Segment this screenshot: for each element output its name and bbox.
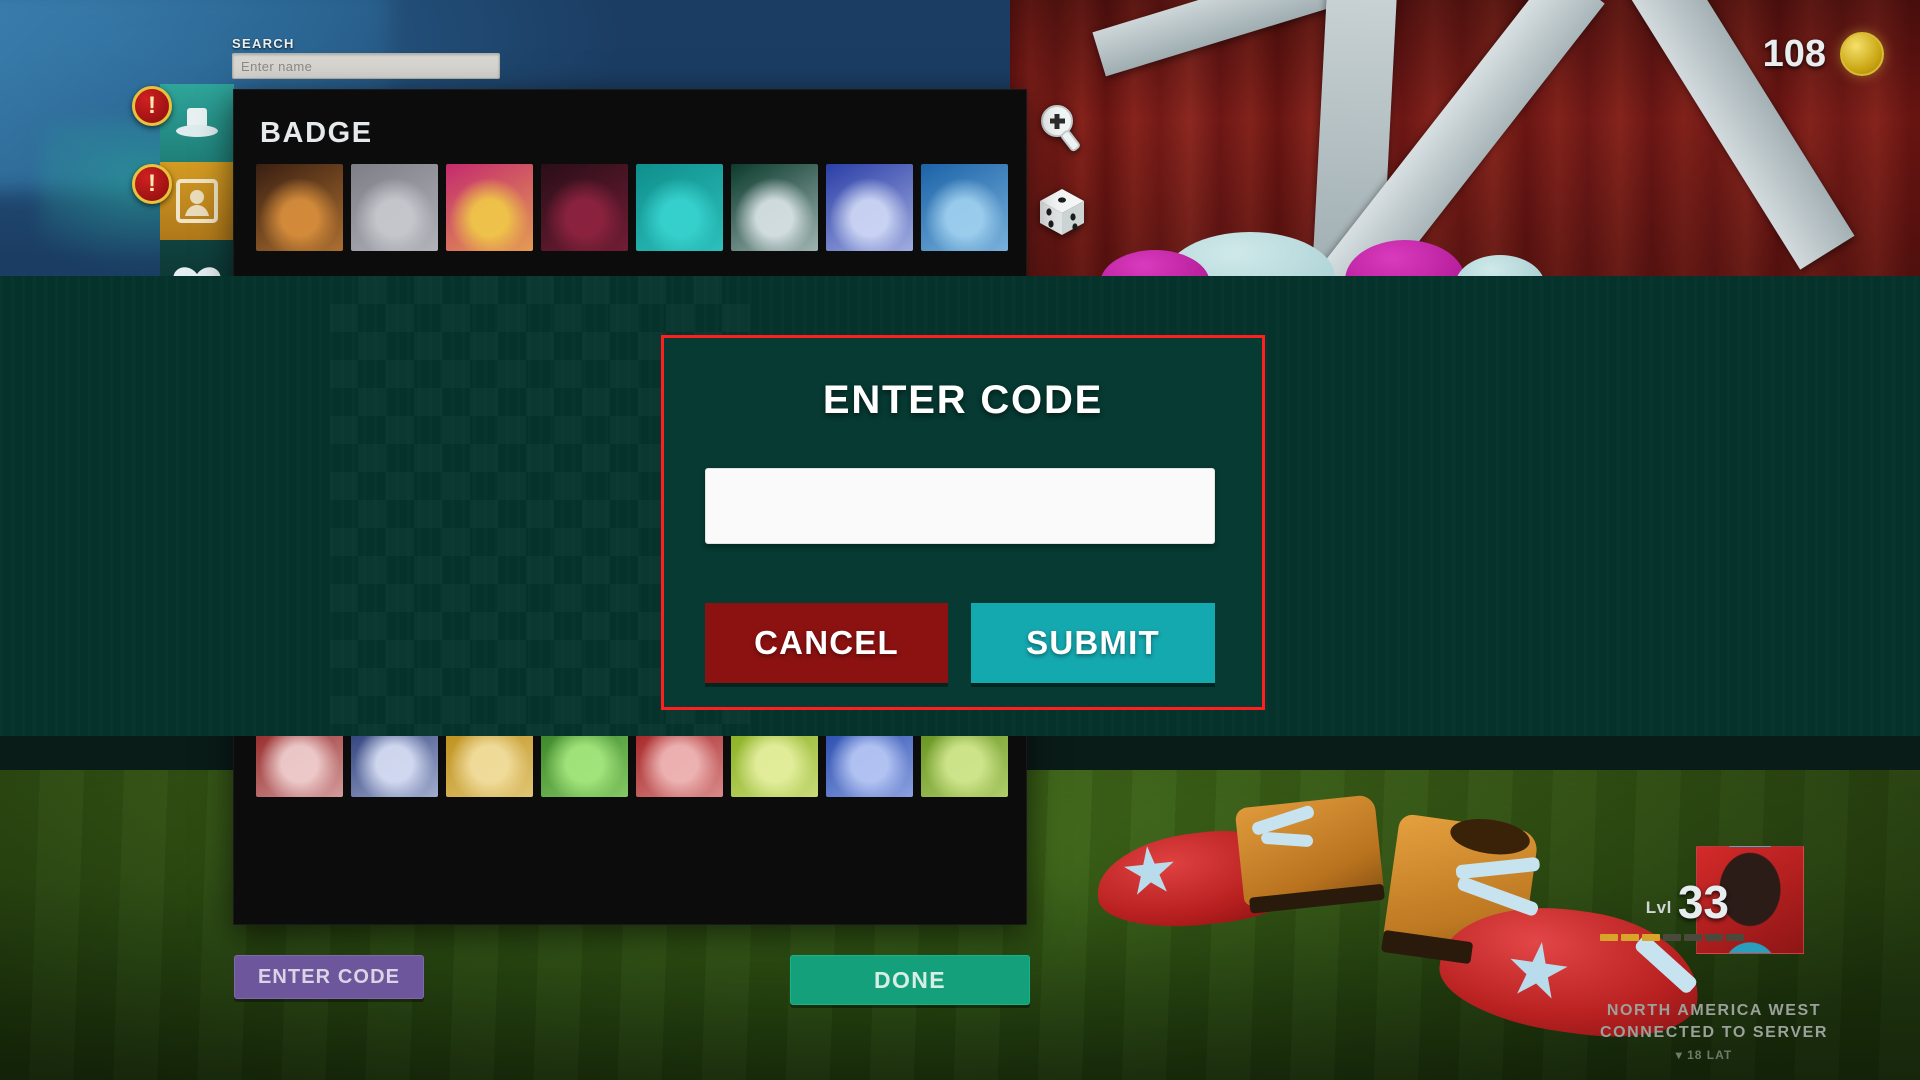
panel-title: BADGE [260,117,373,149]
dialog-title: ENTER CODE [822,378,1104,422]
badge-item[interactable] [826,164,913,251]
badge-item[interactable] [731,164,818,251]
code-input[interactable] [705,468,1215,544]
badge-item[interactable] [256,164,343,251]
coin-count: 108 [1762,32,1826,75]
submit-button[interactable]: SUBMIT [971,603,1215,683]
search-placeholder: Enter name [241,59,313,74]
xp-segment [1705,934,1723,941]
badge-art [541,164,628,251]
alert-badge-icon: ! [132,86,172,126]
done-button[interactable]: DONE [790,955,1030,1005]
currency-display: 108 [1763,32,1884,76]
badge-item[interactable] [351,164,438,251]
xp-segment [1621,934,1639,941]
badge-item[interactable] [636,164,723,251]
search-label: SEARCH [232,36,295,51]
badge-art [731,164,818,251]
xp-segment [1684,934,1702,941]
search-input[interactable]: Enter name [232,53,500,79]
gold-coin-icon [1840,32,1884,76]
xp-bar [1600,934,1744,941]
badge-art [636,164,723,251]
category-tab-hat[interactable]: ! [132,84,234,162]
xp-segment [1600,934,1618,941]
badge-item[interactable] [446,164,533,251]
xp-segment [1663,934,1681,941]
player-hud: Lvl 33 NORTH AMERICA WEST CONNECTED TO S… [1534,846,1894,1066]
server-region: NORTH AMERICA WEST [1606,1002,1822,1019]
connection-status: CONNECTED TO SERVER [1599,1024,1829,1041]
dice-randomize-icon[interactable] [1035,185,1089,239]
badge-art [351,164,438,251]
cancel-button[interactable]: CANCEL [705,603,948,683]
badge-item[interactable] [541,164,628,251]
latency-indicator: ▾ 18 LAT [1675,1048,1733,1062]
magnifier-plus-icon[interactable] [1035,100,1089,154]
player-level: Lvl 33 [1645,876,1729,928]
category-tab-badge[interactable]: ! [132,162,234,240]
level-value: 33 [1677,876,1729,928]
badge-art [826,164,913,251]
xp-segment [1726,934,1744,941]
enter-code-button[interactable]: ENTER CODE [234,955,424,999]
game-screen: 108 SEARCH Enter name ! ! BADGE ENTER CO… [0,0,1920,1080]
portrait-frame-icon [176,179,218,223]
top-hat-icon [176,108,218,137]
alert-badge-icon: ! [132,164,172,204]
badge-item[interactable] [921,164,1008,251]
badge-art [921,164,1008,251]
enter-code-dialog: ENTER CODE CANCEL SUBMIT [661,335,1265,710]
level-label: Lvl [1645,898,1672,918]
badge-art [446,164,533,251]
badge-art [256,164,343,251]
xp-segment [1642,934,1660,941]
